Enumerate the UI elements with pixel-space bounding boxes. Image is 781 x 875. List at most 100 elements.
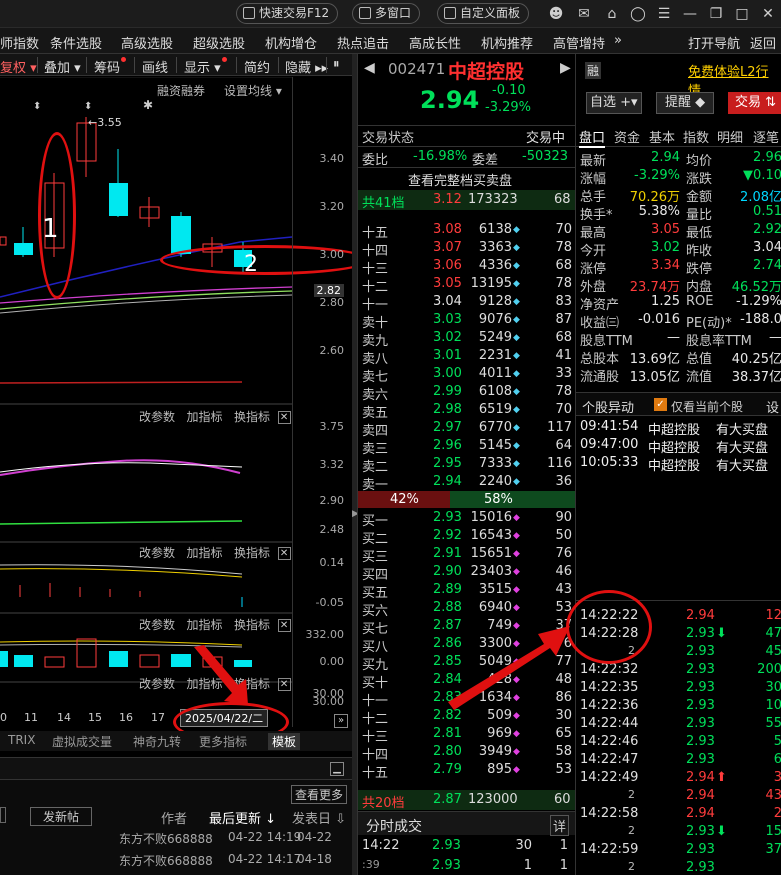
quick-trade-button[interactable]: 快速交易F12 [236,3,339,24]
tab-tick-by-tick[interactable]: 逐笔 [753,127,779,146]
margin-trading-button[interactable]: 融资融券 [157,82,205,99]
back-button[interactable]: 返回 [750,33,776,52]
order-book-row[interactable]: 卖五 2.98 6519 ◆ 70 [358,402,576,421]
order-book-row[interactable]: 十二 3.05 13195 ◆ 78 [358,276,576,295]
add-indicator-button[interactable]: 加指标 [186,410,222,424]
prev-stock-icon[interactable]: ◀ [364,60,375,76]
trade-button[interactable]: 交易 ⇅ [728,92,781,114]
full-book-link[interactable]: 查看完整档买卖盘 [408,170,512,189]
detail-button[interactable]: 详 [550,815,570,836]
set-ma-button[interactable]: 设置均线 ▾ [224,82,282,99]
tab-pankou[interactable]: 盘口 [579,127,606,148]
display-button[interactable]: 显示 ▾ [184,57,227,76]
tab-virtual-volume[interactable]: 虚拟成交量 [52,733,112,750]
open-nav-button[interactable]: 打开导航 [688,33,740,52]
col-last-update[interactable]: 最后更新 ↓ [209,808,276,827]
menu-item[interactable]: 高级选股 [121,33,173,52]
hide-button[interactable]: 隐藏 ▸▸ [285,57,328,76]
order-book-row[interactable]: 买一 2.93 15016 ◆ 90 [358,510,576,529]
remind-button[interactable]: 提醒 ◆ [656,92,714,114]
order-book-row[interactable]: 买五 2.89 3515 ◆ 43 [358,582,576,601]
switch-indicator-button[interactable]: 换指标 [234,618,270,632]
close-icon[interactable]: ✕ [277,619,291,632]
edit-params-button[interactable]: 改参数 [139,618,175,632]
edit-params-button[interactable]: 改参数 [139,546,175,560]
col-published[interactable]: 发表日 ⇩ [292,808,346,827]
switch-indicator-button[interactable]: 换指标 [234,410,270,424]
home-icon[interactable]: ⌂ [604,6,620,22]
order-book-row[interactable]: 十五 3.08 6138 ◆ 70 [358,222,576,241]
menu-item[interactable]: 条件选股 [50,33,102,52]
menu-item[interactable]: 高成长性 [409,33,461,52]
order-book-row[interactable]: 买三 2.91 15651 ◆ 76 [358,546,576,565]
order-book-row[interactable]: 买四 2.90 23403 ◆ 46 [358,564,576,583]
order-book-row[interactable]: 十三 3.06 4336 ◆ 68 [358,258,576,277]
only-current-checkbox[interactable]: ✓ [654,398,667,411]
close-icon[interactable]: ✕ [277,411,291,424]
add-indicator-button[interactable]: 加指标 [186,618,222,632]
tab-index[interactable]: 指数 [683,127,709,146]
tab-basic[interactable]: 基本 [649,127,675,146]
order-book-row[interactable]: 卖八 3.01 2231 ◆ 41 [358,348,576,367]
order-book-row[interactable]: 卖九 3.02 5249 ◆ 68 [358,330,576,349]
minimize-icon[interactable]: ▁ [330,762,344,776]
order-book-row[interactable]: 买二 2.92 16543 ◆ 50 [358,528,576,547]
overlay-button[interactable]: 叠加 ▾ [44,57,81,76]
add-watchlist-button[interactable]: 自选 +▾ [586,92,642,114]
tab-more-indicators[interactable]: 更多指标 [199,733,247,750]
order-book-row[interactable]: 十四 3.07 3363 ◆ 78 [358,240,576,259]
fuquan-button[interactable]: 复权 ▾ [0,57,37,76]
order-book-row[interactable]: 十三 2.81 969 ◆ 65 [358,726,576,745]
order-book-row[interactable]: 十五 2.79 895 ◆ 53 [358,762,576,781]
mail-icon[interactable]: ✉ [576,6,592,22]
edit-params-button[interactable]: 改参数 [139,410,175,424]
order-book-row[interactable]: 卖一 2.94 2240 ◆ 36 [358,474,576,493]
movement-item[interactable]: 10:05:33 中超控股 有大买盘 [576,455,781,474]
movement-item[interactable]: 09:41:54 中超控股 有大买盘 [576,419,781,438]
shirt-icon[interactable]: ◯ [630,6,646,22]
order-book-row[interactable]: 卖二 2.95 7333 ◆ 116 [358,456,576,475]
collapse-icon[interactable]: ⏸ [333,57,340,72]
close-icon[interactable]: ✕ [277,547,291,560]
switch-indicator-button[interactable]: 换指标 [234,546,270,560]
expand-icon[interactable]: » [334,714,348,728]
menu-item[interactable]: 高管增持 [553,33,605,52]
movement-item[interactable]: 09:47:00 中超控股 有大买盘 [576,437,781,456]
multi-window-button[interactable]: 多窗口 [352,3,421,24]
settings-button[interactable]: 设 [766,397,779,416]
chips-button[interactable]: 筹码 [94,57,127,76]
more-menu-icon[interactable]: » [614,33,622,48]
menu-item[interactable]: 师指数 [0,33,39,52]
close-icon[interactable]: ✕ [277,678,291,691]
restore-icon[interactable]: ❐ [708,6,724,22]
order-book-row[interactable]: 十四 2.80 3949 ◆ 58 [358,744,576,763]
tab-detail[interactable]: 明细 [717,127,743,146]
maximize-icon[interactable]: □ [734,6,750,22]
order-book-row[interactable]: 卖七 3.00 4011 ◆ 33 [358,366,576,385]
add-indicator-button[interactable]: 加指标 [186,546,222,560]
tab-funds[interactable]: 资金 [614,127,640,146]
new-post-button[interactable]: 发新帖 [30,807,93,826]
custom-panel-button[interactable]: 自定义面板 [437,3,530,24]
menu-item[interactable]: 热点追击 [337,33,389,52]
edit-params-button[interactable]: 改参数 [139,677,175,691]
tab-trix[interactable]: TRIX [8,733,35,747]
menu-icon[interactable]: ☰ [656,6,672,22]
minimize-icon[interactable]: — [682,6,698,22]
close-icon[interactable]: ✕ [760,6,776,22]
draw-line-button[interactable]: 画线 [142,57,168,76]
order-book-row[interactable]: 卖三 2.96 5145 ◆ 64 [358,438,576,457]
order-book-row[interactable]: 卖十 3.03 9076 ◆ 87 [358,312,576,331]
view-more-button[interactable]: 查看更多 [291,785,348,804]
tab-magic-nine[interactable]: 神奇九转 [133,733,181,750]
menu-item[interactable]: 机构增仓 [265,33,317,52]
order-book-row[interactable]: 十一 3.04 9128 ◆ 83 [358,294,576,313]
next-stock-icon[interactable]: ▶ [560,60,571,76]
tab-template[interactable]: 模板 [268,733,301,750]
menu-item[interactable]: 超级选股 [193,33,245,52]
order-book-row[interactable]: 卖四 2.97 6770 ◆ 117 [358,420,576,439]
menu-item[interactable]: 机构推荐 [481,33,533,52]
user-icon[interactable]: ☻ [548,6,564,22]
simple-button[interactable]: 简约 [244,57,270,76]
kline-chart-area[interactable]: ⬍ ⬍ ✱ 1 2 ←3.55 融资融券 设置均线 ▾ 改参数 加指标 换指标 … [0,77,370,742]
